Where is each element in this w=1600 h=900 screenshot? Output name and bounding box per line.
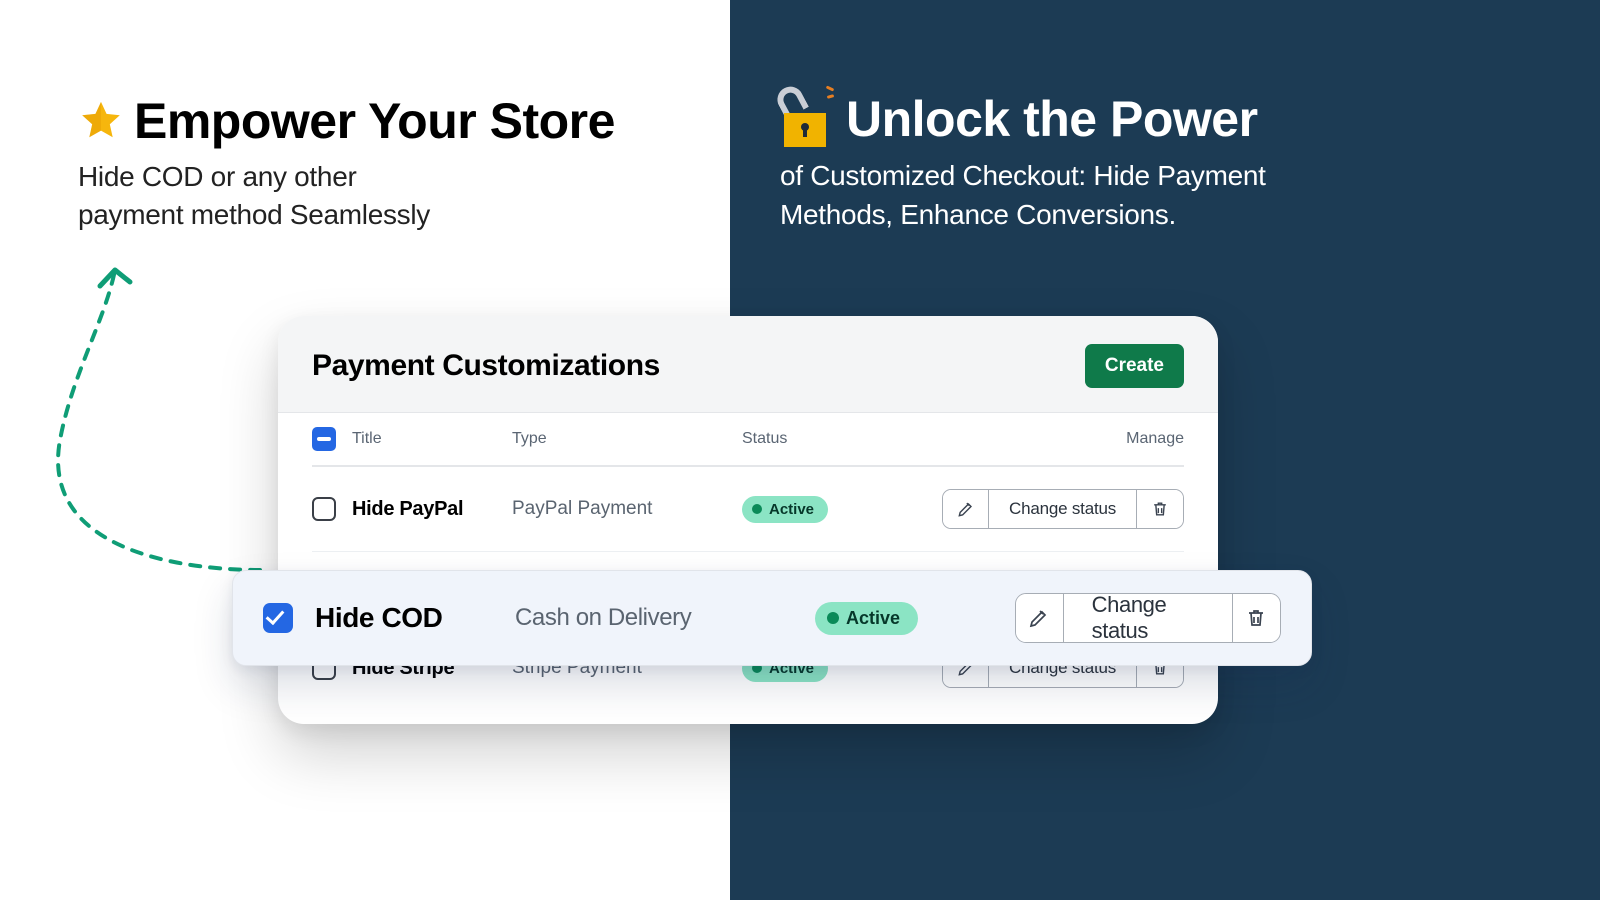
row-title: Hide PayPal (352, 498, 512, 521)
edit-button[interactable] (1016, 594, 1064, 642)
star-icon (78, 98, 124, 144)
trash-icon (1244, 606, 1268, 630)
table-row-highlighted: Hide COD Cash on Delivery Active Change … (232, 570, 1312, 666)
create-button[interactable]: Create (1085, 344, 1184, 388)
column-manage: Manage (942, 430, 1184, 448)
pencil-icon (1027, 606, 1051, 630)
unlock-icon (780, 91, 832, 147)
hero-right-title: Unlock the Power (846, 90, 1258, 148)
dashed-arrow-icon (10, 250, 310, 610)
row-type: PayPal Payment (512, 498, 742, 520)
status-badge: Active (742, 496, 828, 523)
delete-button[interactable] (1137, 490, 1183, 528)
hero-left-sub: Hide COD or any other payment method Sea… (78, 158, 678, 234)
delete-button[interactable] (1233, 594, 1280, 642)
table-row: Hide PayPal PayPal Payment Active Change… (312, 467, 1184, 552)
pencil-icon (956, 499, 976, 519)
select-all-checkbox[interactable] (312, 427, 336, 451)
change-status-button[interactable]: Change status (989, 490, 1137, 528)
row-actions: Change status (942, 489, 1184, 529)
change-status-button[interactable]: Change status (1064, 594, 1233, 642)
column-title: Title (352, 430, 512, 448)
trash-icon (1150, 499, 1170, 519)
hero-left: Empower Your Store Hide COD or any other… (78, 92, 678, 234)
status-badge: Active (815, 602, 918, 635)
row-type: Cash on Delivery (515, 604, 815, 632)
hero-right: Unlock the Power of Customized Checkout:… (780, 90, 1500, 234)
hero-right-sub-line1: of Customized Checkout: Hide Payment (780, 160, 1266, 191)
hero-left-sub-line2: payment method Seamlessly (78, 199, 430, 230)
hero-left-sub-line1: Hide COD or any other (78, 161, 357, 192)
column-type: Type (512, 430, 742, 448)
hero-left-title: Empower Your Store (134, 92, 615, 150)
row-actions: Change status (1015, 593, 1281, 643)
column-status: Status (742, 430, 942, 448)
edit-button[interactable] (943, 490, 989, 528)
hero-right-sub-line2: Methods, Enhance Conversions. (780, 199, 1176, 230)
table-header: Title Type Status Manage (278, 413, 1218, 467)
card-title: Payment Customizations (312, 349, 660, 383)
row-checkbox-checked[interactable] (263, 603, 293, 633)
row-checkbox[interactable] (312, 497, 336, 521)
status-text: Active (769, 501, 814, 518)
card-header: Payment Customizations Create (278, 316, 1218, 413)
row-title: Hide COD (315, 602, 515, 634)
status-text: Active (846, 608, 900, 629)
hero-right-sub: of Customized Checkout: Hide Payment Met… (780, 156, 1500, 234)
